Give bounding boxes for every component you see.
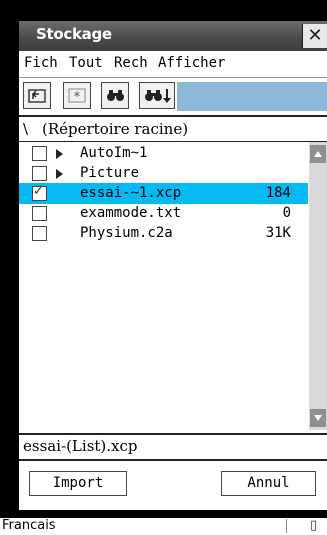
file-size: 31K	[265, 225, 291, 241]
folder-arrow-icon	[56, 149, 63, 159]
checkbox[interactable]	[32, 226, 47, 241]
filename-input[interactable]: essai-(List).xcp	[19, 433, 327, 461]
asterisk-icon: *	[68, 88, 86, 105]
file-size: 0	[282, 205, 291, 221]
menu-bar: Fich Tout Rech Afficher	[19, 51, 327, 78]
close-icon: ✕	[307, 25, 323, 46]
battery-icon: ▯	[310, 518, 318, 533]
toolbar-strip	[177, 82, 327, 111]
file-name: exammode.txt	[80, 205, 182, 221]
svg-text:*: *	[74, 90, 81, 105]
list-item[interactable]: Picture	[19, 163, 308, 184]
checkbox[interactable]	[32, 166, 47, 181]
path-bar: \ (Répertoire racine)	[19, 115, 327, 142]
file-name: essai-~1.xcp	[80, 185, 182, 201]
parent-folder-icon	[28, 89, 46, 103]
file-name: Physium.c2a	[80, 225, 173, 241]
menu-afficher[interactable]: Afficher	[158, 55, 225, 71]
menu-rech[interactable]: Rech	[114, 55, 148, 71]
menu-fich[interactable]: Fich	[24, 55, 58, 71]
binoculars-next-icon	[145, 89, 171, 103]
toolbar: *	[19, 78, 327, 114]
storage-dialog: Fich Tout Rech Afficher * \ (Répertoire …	[19, 51, 327, 510]
file-size: 184	[265, 185, 291, 201]
button-row: Import Annul	[19, 460, 327, 510]
list-item[interactable]: Physium.c2a 31K	[19, 223, 308, 244]
menu-tout[interactable]: Tout	[69, 55, 103, 71]
checkbox[interactable]	[32, 206, 47, 221]
parent-folder-button[interactable]	[23, 82, 51, 109]
checkbox-checked[interactable]	[32, 184, 47, 201]
status-bar: Francais ▯	[0, 518, 327, 535]
scrollbar[interactable]	[309, 142, 327, 430]
path-root-symbol: \	[23, 120, 29, 138]
import-button[interactable]: Import	[29, 471, 127, 496]
file-list: AutoIm~1 Picture essai-~1.xcp 184 exammo…	[19, 142, 308, 430]
folder-arrow-icon	[56, 169, 63, 179]
close-button[interactable]: ✕	[302, 24, 327, 48]
path-label: (Répertoire racine)	[42, 120, 189, 138]
cancel-button[interactable]: Annul	[221, 471, 316, 496]
asterisk-button[interactable]: *	[63, 82, 91, 109]
file-name: Picture	[80, 165, 140, 181]
status-divider	[286, 519, 287, 533]
search-next-button[interactable]	[139, 82, 175, 109]
list-item-selected[interactable]: essai-~1.xcp 184	[19, 183, 308, 204]
list-item[interactable]: exammode.txt 0	[19, 203, 308, 224]
filename-value: essai-(List).xcp	[23, 437, 138, 455]
window-title: Stockage	[36, 25, 112, 43]
search-button[interactable]	[101, 82, 129, 109]
scroll-up-arrow-icon[interactable]	[310, 145, 326, 163]
title-bar: Stockage ✕	[19, 21, 327, 51]
checkbox[interactable]	[32, 146, 47, 161]
scroll-down-arrow-icon[interactable]	[310, 409, 326, 427]
binoculars-search-icon	[107, 90, 124, 101]
language-status: Francais	[2, 518, 56, 533]
file-name: AutoIm~1	[80, 145, 148, 161]
list-item[interactable]: AutoIm~1	[19, 143, 308, 164]
